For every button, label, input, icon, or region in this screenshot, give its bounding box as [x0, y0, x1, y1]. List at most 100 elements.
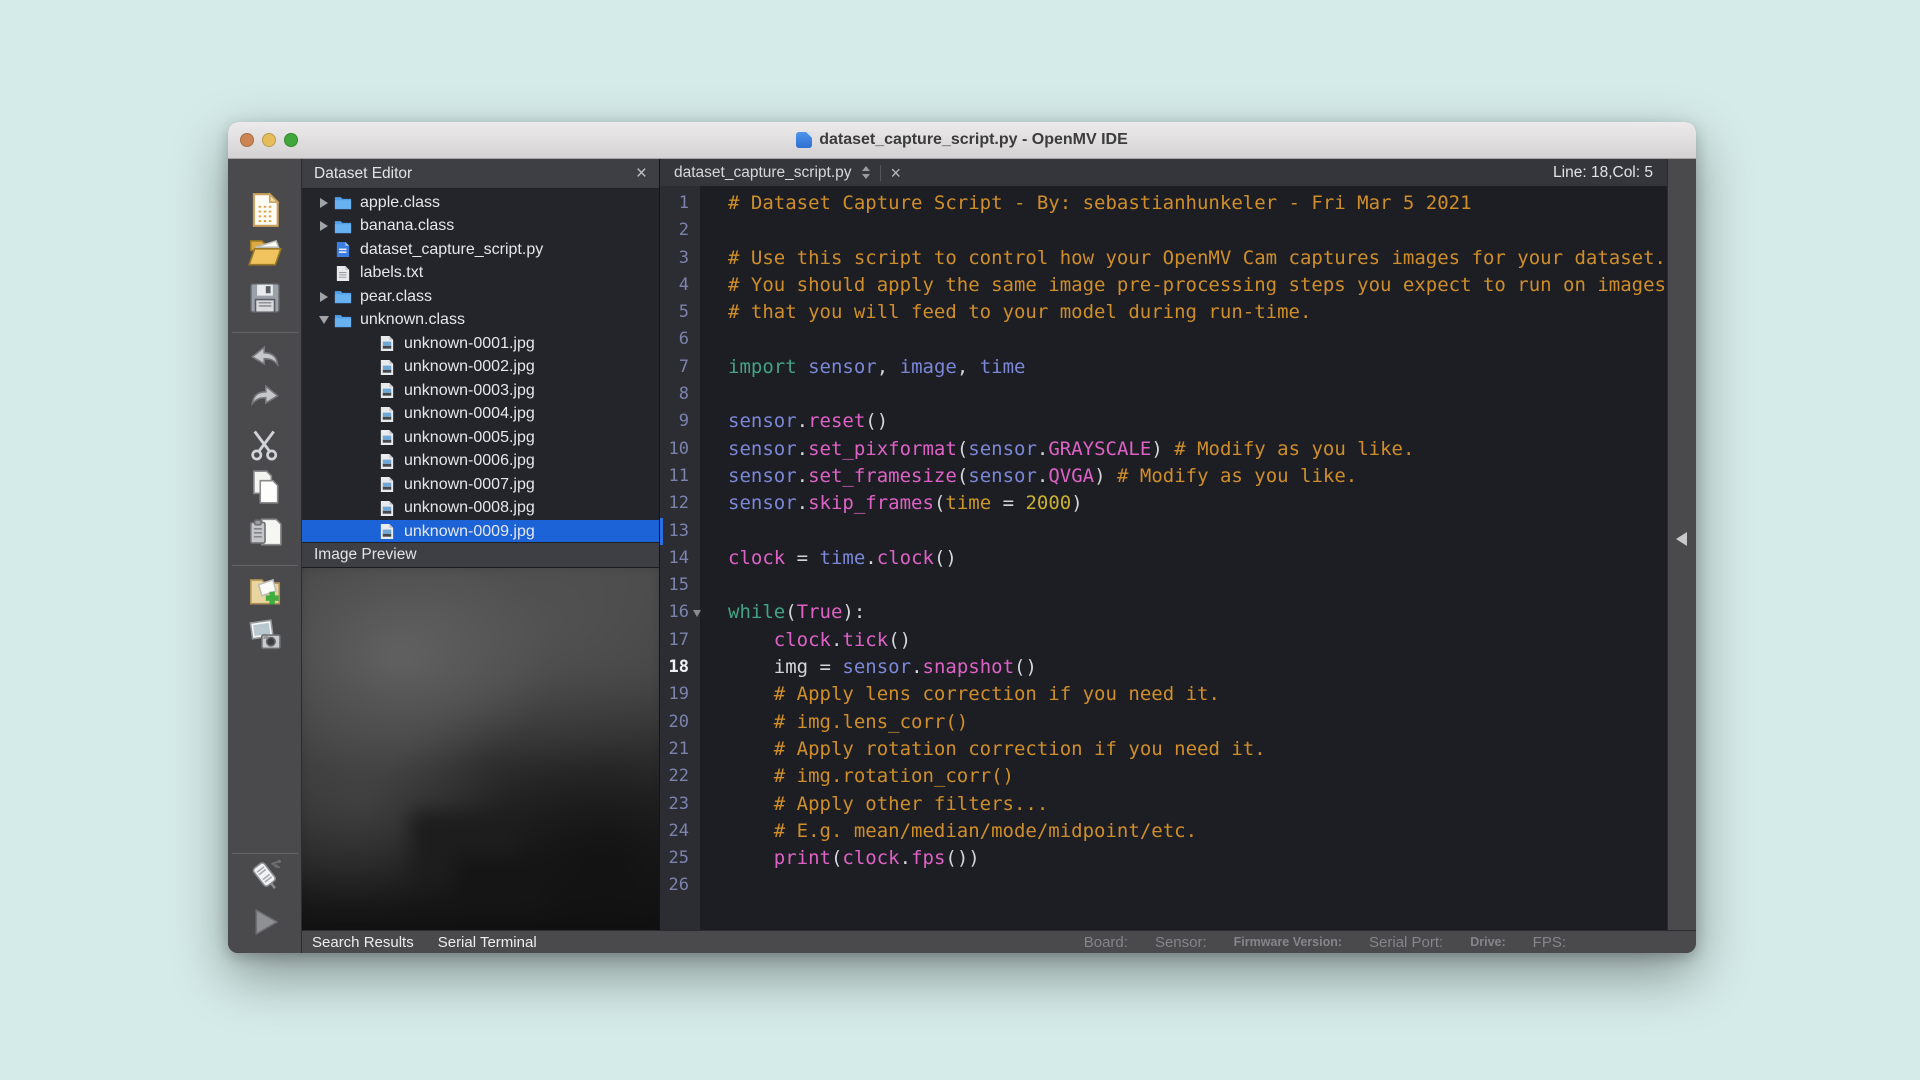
tree-item[interactable]: banana.class: [302, 215, 659, 239]
code-line[interactable]: 13: [660, 518, 1667, 545]
connect-button[interactable]: [245, 856, 285, 896]
run-script-button[interactable]: [245, 902, 285, 942]
window-title-group: dataset_capture_script.py - OpenMV IDE: [796, 131, 1128, 149]
undo-icon: [246, 337, 284, 375]
close-window-button[interactable]: [240, 133, 254, 147]
statusbar-field: Serial Port:: [1369, 934, 1443, 951]
new-class-folder-button[interactable]: [245, 571, 285, 611]
folder-icon: [334, 312, 353, 329]
code-line[interactable]: 4# You should apply the same image pre-p…: [660, 272, 1667, 299]
statusbar-tab-serial-terminal[interactable]: Serial Terminal: [438, 934, 537, 951]
cut-icon: [246, 426, 284, 464]
code-line[interactable]: 12sensor.skip_frames(time = 2000): [660, 490, 1667, 517]
code-area[interactable]: 1# Dataset Capture Script - By: sebastia…: [660, 186, 1667, 930]
cursor-position: Line: 18,Col: 5: [1553, 164, 1653, 182]
tree-item[interactable]: unknown-0003.jpg: [302, 379, 659, 403]
tree-item-label: labels.txt: [360, 264, 423, 282]
openmv-ide-window: dataset_capture_script.py - OpenMV IDE: [228, 122, 1696, 953]
code-line-text: sensor.skip_frames(time = 2000): [700, 490, 1667, 517]
code-line[interactable]: 18 img = sensor.snapshot(): [660, 654, 1667, 681]
code-line[interactable]: 20 # img.lens_corr(): [660, 709, 1667, 736]
tree-item[interactable]: unknown-0001.jpg: [302, 332, 659, 356]
folder-icon: [334, 194, 353, 211]
code-line[interactable]: 14clock = time.clock(): [660, 545, 1667, 572]
code-line-text: # img.lens_corr(): [700, 709, 1667, 736]
titlebar[interactable]: dataset_capture_script.py - OpenMV IDE: [228, 122, 1696, 159]
statusbar-fields: Board:Sensor:Firmware Version:Serial Por…: [1084, 934, 1696, 951]
tree-item[interactable]: labels.txt: [302, 262, 659, 286]
paste-button[interactable]: [245, 512, 285, 552]
tree-item[interactable]: unknown-0005.jpg: [302, 426, 659, 450]
cut-button[interactable]: [245, 425, 285, 465]
tree-item[interactable]: dataset_capture_script.py: [302, 238, 659, 262]
line-number: 23: [660, 791, 700, 818]
tree-item[interactable]: pear.class: [302, 285, 659, 309]
statusbar-field: Drive:: [1470, 935, 1505, 949]
image-preview: [302, 568, 659, 930]
fold-chevron-icon[interactable]: [693, 610, 701, 617]
code-line[interactable]: 5# that you will feed to your model duri…: [660, 299, 1667, 326]
tab-selector-arrows-icon[interactable]: [862, 166, 870, 179]
code-line[interactable]: 21 # Apply rotation correction if you ne…: [660, 736, 1667, 763]
code-line[interactable]: 3# Use this script to control how your O…: [660, 245, 1667, 272]
statusbar-tab-search-results[interactable]: Search Results: [312, 934, 414, 951]
window-title: dataset_capture_script.py - OpenMV IDE: [819, 131, 1128, 149]
statusbar-field: FPS:: [1533, 934, 1566, 951]
tree-item[interactable]: unknown-0008.jpg: [302, 497, 659, 521]
code-line[interactable]: 17 clock.tick(): [660, 627, 1667, 654]
disclosure-expanded-icon[interactable]: [316, 316, 332, 324]
close-dataset-editor-button[interactable]: ×: [636, 164, 647, 183]
code-line-text: [700, 518, 1667, 545]
editor-tab[interactable]: dataset_capture_script.py: [674, 164, 852, 182]
code-line[interactable]: 9sensor.reset(): [660, 408, 1667, 435]
code-line-text: # Dataset Capture Script - By: sebastian…: [700, 190, 1667, 217]
redo-button[interactable]: [245, 375, 285, 415]
save-button[interactable]: [245, 278, 285, 318]
tree-item[interactable]: unknown-0004.jpg: [302, 403, 659, 427]
code-line[interactable]: 23 # Apply other filters...: [660, 791, 1667, 818]
disclosure-collapsed-icon[interactable]: [316, 292, 332, 302]
disclosure-collapsed-icon[interactable]: [316, 198, 332, 208]
close-tab-button[interactable]: ×: [891, 164, 902, 182]
disclosure-collapsed-icon[interactable]: [316, 221, 332, 231]
new-file-button[interactable]: [245, 190, 285, 230]
undo-button[interactable]: [245, 336, 285, 376]
expand-panel-arrow-icon[interactable]: [1676, 532, 1687, 546]
save-image-button[interactable]: [245, 615, 285, 655]
code-line[interactable]: 19 # Apply lens correction if you need i…: [660, 681, 1667, 708]
code-line[interactable]: 25 print(clock.fps()): [660, 845, 1667, 872]
new-class-folder-icon: [246, 572, 284, 610]
tree-item[interactable]: apple.class: [302, 191, 659, 215]
line-number: 2: [660, 217, 700, 244]
code-line[interactable]: 26: [660, 872, 1667, 899]
tree-item[interactable]: unknown-0009.jpg: [302, 520, 659, 542]
open-folder-button[interactable]: [245, 232, 285, 272]
code-line[interactable]: 10sensor.set_pixformat(sensor.GRAYSCALE)…: [660, 436, 1667, 463]
text-file-icon: [334, 265, 353, 282]
code-line[interactable]: 15: [660, 572, 1667, 599]
zoom-window-button[interactable]: [284, 133, 298, 147]
tree-item[interactable]: unknown-0006.jpg: [302, 450, 659, 474]
line-number: 12: [660, 490, 700, 517]
code-line[interactable]: 22 # img.rotation_corr(): [660, 763, 1667, 790]
code-line[interactable]: 16while(True):: [660, 599, 1667, 626]
code-line[interactable]: 1# Dataset Capture Script - By: sebastia…: [660, 190, 1667, 217]
redo-icon: [246, 376, 284, 414]
copy-button[interactable]: [245, 467, 285, 507]
code-line[interactable]: 7import sensor, image, time: [660, 354, 1667, 381]
tree-item[interactable]: unknown-0002.jpg: [302, 356, 659, 380]
connect-usb-icon: [246, 857, 284, 895]
minimize-window-button[interactable]: [262, 133, 276, 147]
line-number: 4: [660, 272, 700, 299]
line-number: 5: [660, 299, 700, 326]
code-line[interactable]: 2: [660, 217, 1667, 244]
code-line[interactable]: 6: [660, 326, 1667, 353]
code-line[interactable]: 11sensor.set_framesize(sensor.QVGA) # Mo…: [660, 463, 1667, 490]
desktop: dataset_capture_script.py - OpenMV IDE: [0, 0, 1920, 1080]
file-tree: apple.classbanana.classdataset_capture_s…: [302, 189, 659, 542]
code-line[interactable]: 24 # E.g. mean/median/mode/midpoint/etc.: [660, 818, 1667, 845]
right-panel-strip: [1667, 159, 1696, 930]
code-line[interactable]: 8: [660, 381, 1667, 408]
tree-item[interactable]: unknown.class: [302, 309, 659, 333]
tree-item[interactable]: unknown-0007.jpg: [302, 473, 659, 497]
